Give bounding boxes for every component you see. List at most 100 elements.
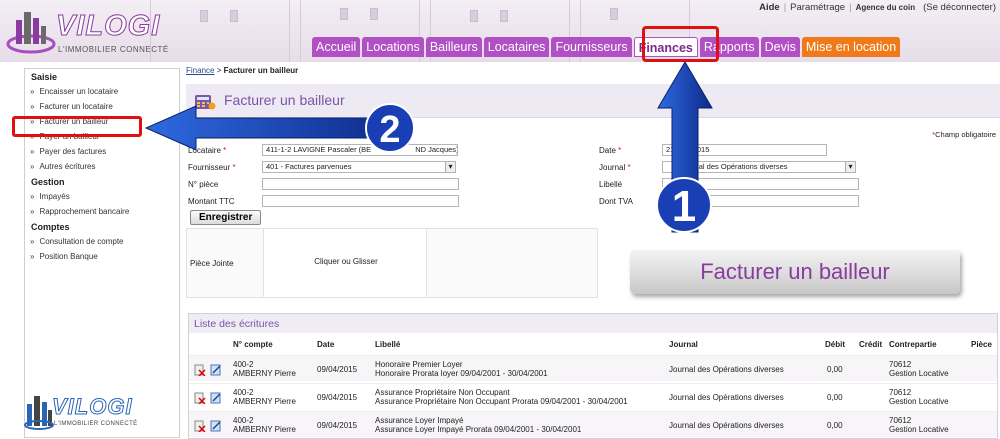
sidebar-section-gestion: Gestion [31, 177, 65, 187]
cell-contrepartie-2: Gestion Locative [889, 425, 949, 434]
attachment-label: Pièce Jointe [190, 259, 234, 268]
ecritures-panel: Liste des écritures N° compte Date Libel… [188, 313, 998, 439]
header-decor [370, 8, 378, 20]
delete-icon[interactable] [194, 364, 206, 376]
required-star: * [232, 163, 236, 172]
app-header: VILOGI L'IMMOBILIER CONNECTÉ Aide | Paramé… [0, 0, 1000, 62]
cell-compte: 400-2 [233, 360, 254, 369]
sidebar-item-consultation-compte[interactable]: » Consultation de compte [25, 234, 179, 249]
libelle-input[interactable] [662, 178, 859, 190]
cell-date: 09/04/2015 [317, 393, 358, 402]
cell-nom: AMBERNY Pierre [233, 425, 296, 434]
sidebar-item-label: Impayés [39, 192, 70, 201]
locataire-value: 411-1-2 LAVIGNE Pascaler (BE [266, 145, 372, 154]
required-note: *Champ obligatoire [932, 130, 996, 139]
montant-input[interactable] [262, 195, 459, 207]
cell-contrepartie-1: 70612 [889, 388, 912, 397]
tab-mise-en-location[interactable]: Mise en location [801, 37, 901, 57]
edit-icon[interactable] [210, 364, 222, 376]
breadcrumb: Finance > Facturer un bailleur [186, 66, 298, 75]
cell-libelle-2: Assurance Propriétaire Non Occupant Pror… [375, 397, 628, 406]
tva-input[interactable] [662, 195, 859, 207]
row-actions [194, 364, 224, 376]
tab-devis[interactable]: Devis [760, 37, 800, 57]
locataire-input[interactable]: 411-1-2 LAVIGNE Pascaler (BE ND Jacques) [262, 144, 458, 156]
edit-icon[interactable] [210, 420, 222, 432]
help-link[interactable]: Aide [755, 2, 784, 13]
tab-fournisseurs[interactable]: Fournisseurs [551, 37, 632, 57]
page-title: Facturer un bailleur [224, 92, 345, 108]
bullet-icon: » [30, 162, 35, 171]
cell-nom: AMBERNY Pierre [233, 369, 296, 378]
sidebar-item-facturer-locataire[interactable]: » Facturer un locataire [25, 99, 179, 114]
cell-debit: 0,00 [827, 393, 843, 402]
finances-highlight [642, 26, 719, 62]
save-button[interactable]: Enregistrer [190, 210, 262, 225]
locataire-label: Locataire * [188, 146, 226, 155]
tab-locataires[interactable]: Locataires [483, 37, 550, 57]
logo-mark-icon [24, 396, 54, 430]
date-value-b: /2015 [690, 145, 710, 154]
required-note-text: Champ obligatoire [935, 130, 996, 139]
tab-locations[interactable]: Locations [362, 37, 424, 57]
cell-journal: Journal des Opérations diverses [669, 365, 784, 374]
sidebar-item-autres-ecritures[interactable]: » Autres écritures [25, 159, 179, 174]
sidebar-item-encaisser-locataire[interactable]: » Encaisser un locataire [25, 84, 179, 99]
required-star: * [223, 146, 227, 155]
bullet-icon: » [30, 192, 35, 201]
tab-bailleurs[interactable]: Bailleurs [425, 37, 482, 57]
journal-label-text: Journal [599, 163, 626, 172]
top-links: Aide | Paramétrage | Agence du coin (Se décon… [755, 2, 1000, 13]
piece-label: N° pièce [188, 180, 219, 189]
bullet-icon: » [30, 237, 35, 246]
date-label: Date * [599, 146, 621, 155]
fournisseur-label: Fournisseur * [188, 163, 236, 172]
cell-libelle-2: Assurance Loyer Impayé Prorata 09/04/200… [375, 425, 582, 434]
agency-name: Agence du coin [855, 3, 916, 12]
sidebar-section-comptes: Comptes [31, 222, 70, 232]
cell-compte: 400-2 [233, 388, 254, 397]
header-decor [340, 8, 348, 20]
cell-libelle-2: Honoraire Prorata loyer 09/04/2001 - 30/… [375, 369, 548, 378]
bullet-icon: » [30, 87, 35, 96]
breadcrumb-link-finance[interactable]: Finance [186, 66, 214, 75]
instruction-callout: Facturer un bailleur [630, 250, 960, 294]
bullet-icon: » [30, 252, 35, 261]
app-logo[interactable]: VILOGI L'IMMOBILIER CONNECTÉ [6, 6, 171, 56]
cell-libelle-1: Assurance Loyer Impayé [375, 416, 464, 425]
sidebar-item-impayes[interactable]: » Impayés [25, 189, 179, 204]
column-header: Date [317, 340, 335, 349]
montant-label: Montant TTC [188, 197, 235, 206]
settings-link[interactable]: Paramétrage [786, 2, 849, 13]
table-row[interactable]: 400-2 AMBERNY Pierre 09/04/2015 Honorair… [189, 355, 997, 381]
breadcrumb-separator: > [216, 66, 222, 75]
cell-libelle-1: Assurance Propriétaire Non Occupant [375, 388, 510, 397]
sidebar-item-label: Payer des factures [39, 147, 107, 156]
sidebar-item-position-banque[interactable]: » Position Banque [25, 249, 179, 264]
cell-contrepartie-1: 70612 [889, 360, 912, 369]
attachment-dropzone[interactable]: Cliquer ou Glisser [263, 229, 427, 297]
header-decor [200, 10, 208, 22]
column-header: Crédit [859, 340, 883, 349]
sidebar-section-saisie: Saisie [31, 72, 58, 82]
sidebar-item-rapprochement[interactable]: » Rapprochement bancaire [25, 204, 179, 219]
edit-icon[interactable] [210, 392, 222, 404]
table-row[interactable]: 400-2 AMBERNY Pierre 09/04/2015 Assuranc… [189, 383, 997, 409]
table-row[interactable]: 400-2 AMBERNY Pierre 09/04/2015 Assuranc… [189, 411, 997, 437]
tab-accueil[interactable]: Accueil [312, 37, 361, 57]
cell-debit: 0,00 [827, 421, 843, 430]
column-header: Libellé [375, 340, 401, 349]
delete-icon[interactable] [194, 392, 206, 404]
sidebar-item-payer-factures[interactable]: » Payer des factures [25, 144, 179, 159]
main-nav: Accueil Locations Bailleurs Locataires F… [312, 37, 902, 57]
logo-mark-icon [6, 12, 56, 54]
column-header: N° compte [233, 340, 273, 349]
piece-input[interactable] [262, 178, 459, 190]
header-decor [500, 10, 508, 22]
fournisseur-select[interactable]: 401 - Factures parvenues [262, 161, 456, 173]
logout-link[interactable]: (Se déconnecter) [919, 2, 1000, 13]
logo-tagline: L'IMMOBILIER CONNECTÉ [54, 421, 138, 427]
delete-icon[interactable] [194, 420, 206, 432]
date-input[interactable]: 21/0/2015 [662, 144, 827, 156]
journal-select[interactable]: Journal des Opérations diverses [662, 161, 856, 173]
